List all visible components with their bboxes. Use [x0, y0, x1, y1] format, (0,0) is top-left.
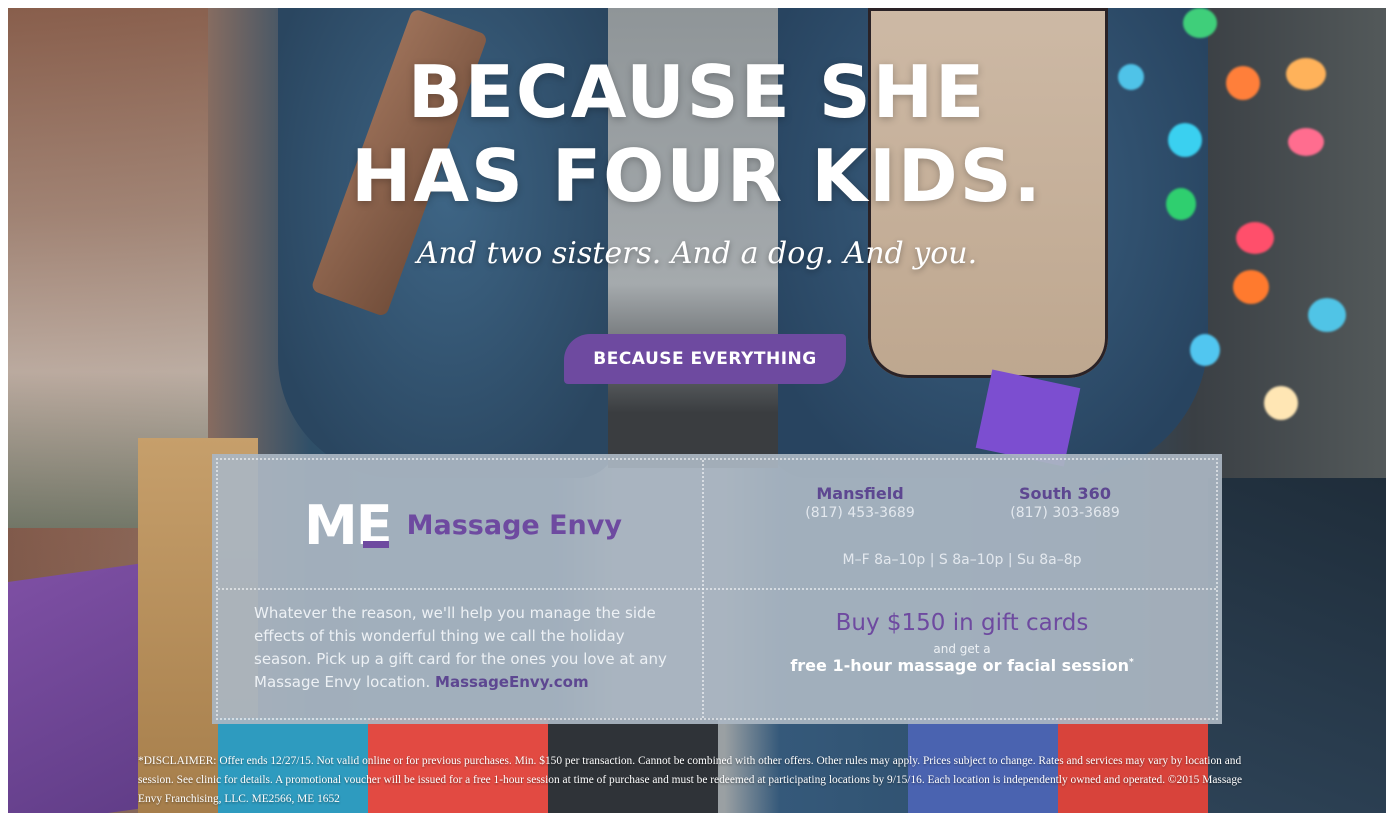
offer-reward: free 1-hour massage or facial session* — [702, 656, 1222, 675]
panel-divider-horizontal — [218, 588, 1216, 590]
info-panel: ME Massage Envy Mansfield (817) 453-3689… — [212, 454, 1222, 724]
brand-name: Massage Envy — [406, 510, 622, 541]
ad-canvas: BECAUSE SHE HAS FOUR KIDS. And two siste… — [8, 8, 1386, 813]
promo-body: Whatever the reason, we'll help you mana… — [254, 602, 684, 694]
location-phone: (817) 453-3689 — [805, 505, 915, 521]
location-mansfield: Mansfield (817) 453-3689 — [760, 484, 960, 521]
me-bar-accent — [362, 541, 389, 548]
website-link[interactable]: MassageEnvy.com — [435, 673, 589, 691]
me-monogram: ME — [304, 494, 393, 557]
headline-line-1: BECAUSE SHE — [407, 50, 987, 134]
gift-card-offer: Buy $150 in gift cards and get a free 1-… — [702, 610, 1222, 675]
subheadline: And two sisters. And a dog. And you. — [416, 236, 978, 271]
location-phone: (817) 303-3689 — [1010, 505, 1120, 521]
because-everything-button[interactable]: BECAUSE EVERYTHING — [564, 334, 846, 384]
cta-label: BECAUSE EVERYTHING — [593, 349, 817, 369]
business-hours: M–F 8a–10p | S 8a–10p | Su 8a–8p — [842, 552, 1082, 568]
disclaimer: *DISCLAIMER: Offer ends 12/27/15. Not va… — [138, 755, 1243, 805]
offer-reward-text: free 1-hour massage or facial session — [790, 656, 1129, 675]
location-name: Mansfield — [816, 484, 904, 503]
massage-envy-logo: ME Massage Envy — [304, 494, 622, 557]
location-name: South 360 — [1019, 484, 1111, 503]
headline-line-2: HAS FOUR KIDS. — [351, 134, 1043, 218]
offer-connector: and get a — [933, 642, 991, 656]
offer-headline: Buy $150 in gift cards — [835, 610, 1089, 636]
location-south-360: South 360 (817) 303-3689 — [965, 484, 1165, 521]
offer-asterisk: * — [1128, 657, 1134, 668]
